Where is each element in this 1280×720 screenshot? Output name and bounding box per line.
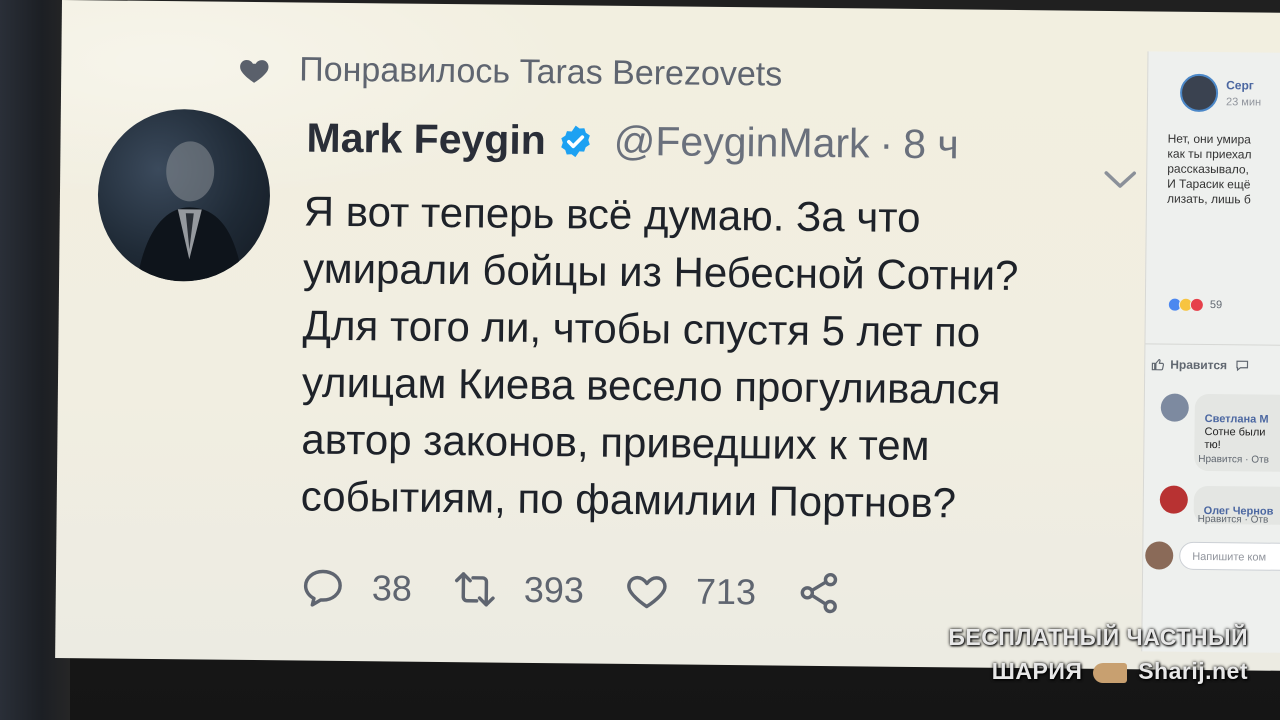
retweet-icon — [455, 572, 495, 607]
tweet-author-row: Mark Feygin @FeyginMark · 8 ч — [306, 115, 959, 169]
comment-author[interactable]: Светлана М — [1205, 413, 1269, 426]
fb-like-button[interactable]: Нравится — [1151, 357, 1249, 372]
portrait-image — [137, 141, 244, 282]
share-button[interactable] — [796, 570, 868, 617]
reply-count: 38 — [371, 567, 413, 609]
thumbs-up-icon — [1151, 358, 1165, 371]
comment-actions[interactable]: Нравится · Отв — [1198, 454, 1269, 466]
heart-icon — [240, 59, 269, 83]
facebook-side-panel: Серг 23 мин Нет, они умира как ты приеха… — [1141, 51, 1280, 654]
fb-post-avatar[interactable] — [1179, 73, 1219, 113]
liked-by-row: Понравилось Taras Berezovets — [237, 50, 782, 95]
comment-icon[interactable] — [1235, 358, 1249, 372]
display-name[interactable]: Mark Feygin — [306, 115, 546, 165]
watermark-site: Sharij.net — [1138, 658, 1248, 684]
photo-scene: Понравилось Taras Berezovets Mark Feygin… — [0, 0, 1280, 720]
pointing-hand-icon — [1093, 662, 1128, 683]
tweet-actions: 38 393 713 — [300, 565, 909, 617]
handle[interactable]: @FeyginMark — [614, 118, 870, 168]
watermark-line2: ШАРИЯ Sharij.net — [948, 654, 1248, 688]
author-avatar[interactable] — [97, 108, 271, 283]
watermark-line1: БЕСПЛАТНЫЙ ЧАСТНЫЙ — [948, 624, 1248, 650]
tweet-text: Я вот теперь всё думаю. За что умирали б… — [300, 187, 1019, 527]
comment-input[interactable]: Напишите ком — [1179, 541, 1280, 572]
separator-dot: · — [879, 120, 894, 167]
fb-reaction-count: 59 — [1209, 299, 1223, 312]
love-reaction-icon — [1189, 297, 1204, 312]
reply-icon — [303, 569, 342, 607]
verified-badge-icon — [561, 125, 591, 157]
retweet-count: 393 — [523, 568, 585, 611]
liked-by-text: Понравилось Taras Berezovets — [299, 50, 783, 94]
comment-avatar[interactable] — [1159, 485, 1188, 514]
comment-actions[interactable]: Нравится · Отв — [1198, 514, 1269, 526]
watermark-name: ШАРИЯ — [991, 658, 1083, 684]
monitor-screen: Понравилось Taras Berezovets Mark Feygin… — [55, 0, 1280, 671]
chevron-down-icon[interactable] — [1102, 169, 1138, 191]
like-count: 713 — [695, 570, 757, 613]
comment-text: Сотне были тю! — [1204, 425, 1266, 452]
like-button[interactable]: 713 — [624, 568, 757, 615]
fb-post-text: Нет, они умира как ты приехал рассказыва… — [1166, 131, 1252, 207]
share-icon — [800, 572, 838, 614]
current-user-avatar — [1145, 541, 1174, 570]
fb-post-time[interactable]: 23 мин — [1226, 96, 1261, 108]
reply-button[interactable]: 38 — [300, 565, 413, 612]
heart-outline-icon — [627, 575, 667, 609]
comment-avatar[interactable] — [1160, 393, 1189, 422]
retweet-button[interactable]: 393 — [452, 566, 585, 613]
fb-like-label: Нравится — [1170, 357, 1228, 373]
fb-reactions[interactable]: 59 — [1167, 297, 1223, 313]
divider — [1145, 343, 1280, 347]
watermark: БЕСПЛАТНЫЙ ЧАСТНЫЙ ШАРИЯ Sharij.net — [948, 620, 1248, 688]
tweet-time[interactable]: 8 ч — [903, 121, 959, 169]
fb-post-author[interactable]: Серг — [1226, 78, 1254, 92]
